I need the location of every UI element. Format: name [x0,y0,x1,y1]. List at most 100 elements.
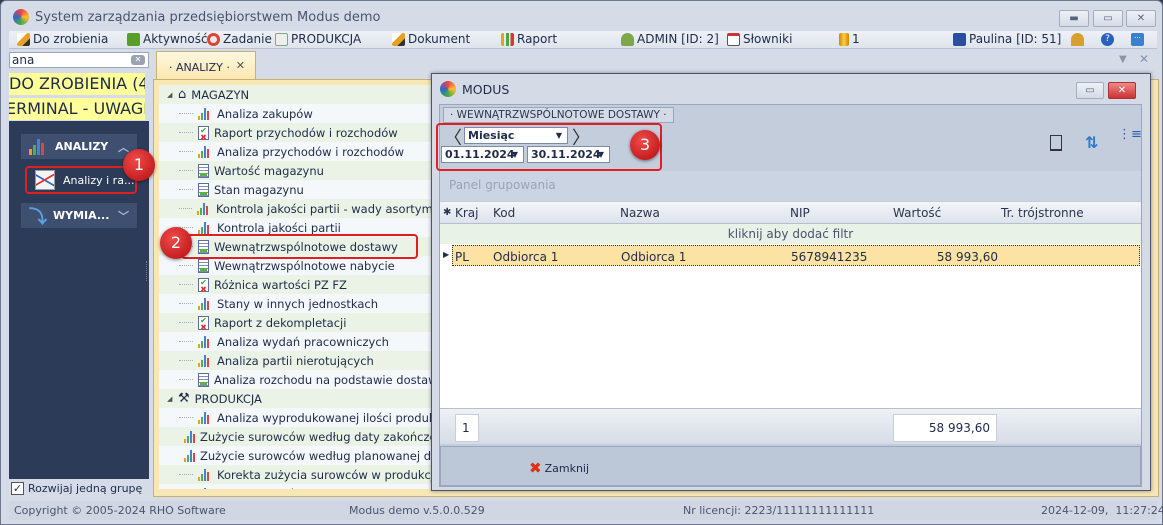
tree-item[interactable]: Stany w innych jednostkach [159,294,459,313]
column-kraj[interactable]: Kraj [455,206,479,220]
tree-item[interactable]: Kontrola jakości partii - wady asortymen… [159,199,459,218]
toolbar-dokument[interactable]: Dokument [392,32,470,46]
table-row[interactable]: PL Odbiorca 1 Odbiorca 1 5678941235 58 9… [452,245,1140,266]
pencil-icon [17,32,30,46]
grouping-panel[interactable]: Panel grupowania [449,178,556,192]
toolbar-slowniki[interactable]: Słowniki [727,32,792,46]
report-document-icon [198,258,209,273]
help-icon[interactable]: ? [1101,33,1114,46]
activity-icon [127,32,140,46]
close-tab-icon[interactable]: ✕ [236,59,245,72]
toolbar-zadanie[interactable]: Zadanie [207,32,272,46]
tree-item[interactable]: Analiza zakupów [159,104,459,123]
filter-row[interactable]: kliknij aby dodać filtr [440,224,1141,244]
tree-item[interactable]: Zużycie surowców według planowanej daty … [159,446,459,465]
date-to-picker[interactable]: 30.11.2024 ▼ [527,146,610,163]
cell-kod: Odbiorca 1 [493,250,559,264]
home-icon [275,32,288,46]
tree-item[interactable]: Stan magazynu [159,180,459,199]
version: Modus demo v.5.0.0.529 [349,504,485,517]
exchange-icon: ⤵ [29,206,47,228]
tab-analizy[interactable]: · ANALIZY · ✕ [156,51,256,79]
close-all-tabs-icon[interactable]: ✕ [1139,52,1149,66]
column-chooser-icon[interactable]: ⋮≡ [1118,128,1142,141]
cell-nazwa: Odbiorca 1 [621,250,687,264]
clear-search-icon[interactable]: ✕ [131,55,145,65]
toolbar-raport[interactable]: Raport [501,32,557,46]
dropdown-arrow-icon: ▼ [511,150,518,159]
step-badge-1: 1 [123,149,155,181]
main-window: System zarządzania przedsiębiorstwem Mod… [0,0,1163,525]
tree-item[interactable]: Zużycie surowców według daty zakończenia… [159,427,459,446]
calendar-icon [727,32,740,46]
bar-chart-icon [198,107,212,120]
computer-icon [953,32,966,46]
toolbar-produkcja[interactable]: PRODUKCJA [275,32,361,46]
toolbar-database[interactable]: 1 [839,32,860,46]
maximize-button[interactable]: ▭ [1093,10,1123,27]
bar-chart-icon [197,202,210,215]
app-logo-icon [13,9,29,25]
toolbar-do-zrobienia[interactable]: Do zrobienia [17,32,108,46]
chat-icon[interactable]: ··· [1131,33,1144,46]
dialog-restore-button[interactable]: ▭ [1076,82,1104,99]
dialog-close-button[interactable]: ✕ [1108,82,1136,99]
report-document-icon [198,372,209,387]
column-kod[interactable]: Kod [493,206,515,220]
toolbar-aktywnosc[interactable]: Aktywność [127,32,208,46]
tree-item[interactable]: Wartość magazynu [159,161,459,180]
expand-one-group-checkbox[interactable]: ✓ Rozwijaj jedną grupę [11,482,142,495]
chevron-down-icon[interactable]: ﹀ [118,208,129,224]
home-icon: ⌂ [178,87,187,102]
refresh-icon[interactable]: ⇅ [1085,133,1098,152]
tools-icon: ⚒ [178,391,190,406]
tree-item[interactable]: ✔ ✖ Różnica wartości PZ FZ [159,275,459,294]
collapse-icon[interactable]: ◢ [167,395,173,403]
tree-item[interactable]: Analiza przychodów i rozchodów [159,142,459,161]
data-grid: ✱ Kraj Kod Nazwa NIP Wartość Tr. trójstr… [440,202,1141,408]
collapse-icon[interactable]: ◢ [167,91,173,99]
highlight-do-zrobienia[interactable]: DO ZROBIENIA (45) [9,73,145,95]
minimize-button[interactable]: ▬ [1059,10,1089,27]
nav-item-analizy-i-raporty[interactable]: Analizy i ra... [25,166,137,194]
nav-group-analizy[interactable]: ANALIZY ︿ [21,134,137,159]
report-panel: · WEWNĄTRZWSPÓLNOTOWE DOSTAWY · 〈 Miesią… [436,104,1142,487]
nav-group-wymiana[interactable]: ⤵ WYMIA... ﹀ [21,203,137,228]
checklist-icon: ✔ ✖ [198,277,209,293]
toolbar-user[interactable]: Paulina [ID: 51] [953,32,1061,46]
tab-list-dropdown-icon[interactable]: ▼ [1119,54,1127,65]
tree-item[interactable]: Analiza braków [159,484,459,489]
print-preview-icon[interactable] [1050,135,1062,151]
close-report-button[interactable]: ✖ Zamknij [529,459,589,477]
pencil-icon [392,32,405,46]
tree-item[interactable]: Korekta zużycia surowców w produkcji [159,465,459,484]
highlight-terminal-uwagi[interactable]: ERMINAL - UWAGI ( [9,98,145,120]
row-count: 1 r [455,414,479,461]
splitter-handle[interactable] [146,261,149,281]
button-bar: ✖ Zamknij [440,446,1141,486]
tree-group-produkcja[interactable]: ◢ ⚒ PRODUKCJA [159,389,459,408]
toolbar-admin[interactable]: ADMIN [ID: 2] [621,32,719,46]
search-input[interactable]: ana ✕ [9,52,149,68]
tree-item[interactable]: Analiza rozchodu na podstawie dostaw [159,370,459,389]
date-from-picker[interactable]: 01.11.2024 ▼ [441,146,524,163]
line-chart-icon [35,170,55,190]
tree-item[interactable]: Analiza wyprodukowanej ilości produktów [159,408,459,427]
bar-chart-icon [198,221,212,234]
paint-bucket-icon[interactable] [1071,33,1084,46]
period-select[interactable]: Miesiąc ▼ [464,127,568,144]
tree-item[interactable]: Analiza wydań pracowniczych [159,332,459,351]
tree-group-magazyn[interactable]: ◢ ⌂ MAGAZYN [159,85,459,104]
dropdown-arrow-icon: ▼ [555,131,562,140]
bar-chart-icon [198,145,212,158]
column-wartosc[interactable]: Wartość [893,206,941,220]
column-nazwa[interactable]: Nazwa [620,206,660,220]
tree-item[interactable]: ✔ ✖ Raport z dekompletacji [159,313,459,332]
tree-item[interactable]: ✔ ✖ Raport przychodów i rozchodów [159,123,459,142]
tree-item[interactable]: Analiza partii nierotujących [159,351,459,370]
datetime: 2024-12-09, 11:27:24 [1041,504,1163,517]
step-badge-2: 2 [160,227,192,259]
column-nip[interactable]: NIP [790,206,810,220]
close-window-button[interactable]: ✕ [1126,10,1156,27]
column-tr-trojstronne[interactable]: Tr. trójstronne [1001,206,1084,220]
